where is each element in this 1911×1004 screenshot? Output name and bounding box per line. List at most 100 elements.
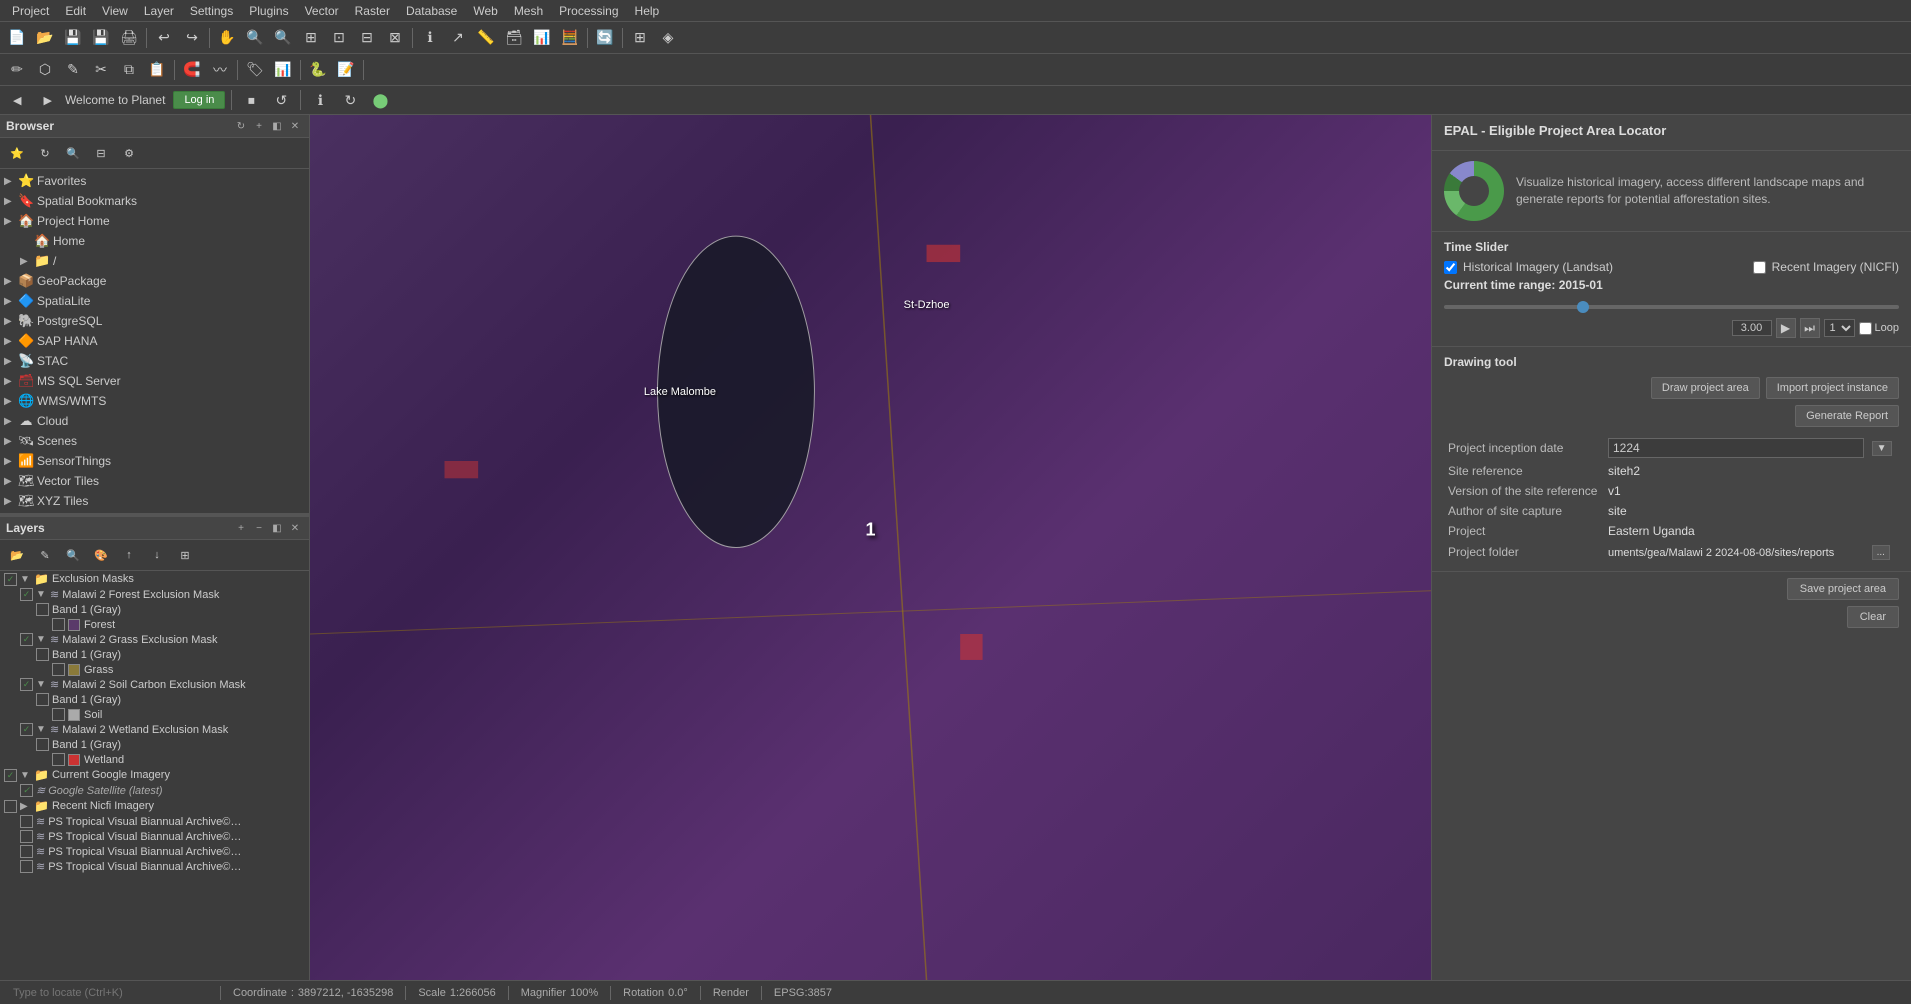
tree-cloud[interactable]: ▶ ☁ Cloud (0, 411, 309, 431)
zoom-native-btn[interactable]: ⊠ (382, 25, 408, 51)
label-btn[interactable]: 🏷 (242, 57, 268, 83)
tree-postgresql[interactable]: ▶ 🐘 PostgreSQL (0, 311, 309, 331)
loop-label[interactable]: Loop (1875, 322, 1899, 334)
split-view-btn[interactable]: ⊞ (627, 25, 653, 51)
layers-add-btn[interactable]: + (233, 520, 249, 536)
google-satellite-checkbox[interactable] (20, 784, 33, 797)
zoom-out-btn[interactable]: 🔍 (270, 25, 296, 51)
menu-vector[interactable]: Vector (297, 2, 347, 20)
layer-wetland-band[interactable]: Band 1 (Gray) (0, 737, 309, 752)
tree-xyz-tiles[interactable]: ▶ 🗺 XYZ Tiles (0, 491, 309, 511)
zoom-selection-btn[interactable]: ⊡ (326, 25, 352, 51)
tree-spatial-bookmarks[interactable]: ▶ 🔖 Spatial Bookmarks (0, 191, 309, 211)
3d-view-btn[interactable]: ◈ (655, 25, 681, 51)
layers-style-btn[interactable]: 🎨 (88, 542, 114, 568)
nicfi-4-checkbox[interactable] (20, 860, 33, 873)
browser-filter-btn[interactable]: 🔍 (60, 140, 86, 166)
wetland-checkbox[interactable] (52, 753, 65, 766)
tree-project-home[interactable]: ▶ 🏠 Project Home (0, 211, 309, 231)
browser-collapse2-btn[interactable]: ⊟ (88, 140, 114, 166)
layers-down-btn[interactable]: ↓ (144, 542, 170, 568)
menu-web[interactable]: Web (465, 2, 505, 20)
save-project-area-btn[interactable]: Save project area (1787, 578, 1899, 600)
time-slider-input[interactable] (1444, 305, 1899, 309)
layers-close-btn[interactable]: ✕ (287, 520, 303, 536)
tree-scenes[interactable]: ▶ 🛰 Scenes (0, 431, 309, 451)
refresh-btn[interactable]: 🔄 (592, 25, 618, 51)
recent-imagery-checkbox[interactable] (1753, 261, 1766, 274)
attribute-btn[interactable]: 🗃 (501, 25, 527, 51)
browser-add-fav-btn[interactable]: ⭐ (4, 140, 30, 166)
layers-remove-btn[interactable]: − (251, 520, 267, 536)
digitize-btn[interactable]: ✏ (4, 57, 30, 83)
generate-report-btn[interactable]: Generate Report (1795, 405, 1899, 427)
browser-close-btn[interactable]: ✕ (287, 118, 303, 134)
grass-mask-checkbox[interactable] (20, 633, 33, 646)
menu-database[interactable]: Database (398, 2, 465, 20)
save-btn[interactable]: 💾 (60, 25, 86, 51)
nav-forward-btn[interactable]: ▶ (34, 91, 60, 110)
historical-imagery-checkbox[interactable] (1444, 261, 1457, 274)
layer-wetland-mask[interactable]: ▼ ≋ Malawi 2 Wetland Exclusion Mask (0, 722, 309, 737)
slider-speed-select[interactable]: 123 (1824, 319, 1855, 337)
layers-up-btn[interactable]: ↑ (116, 542, 142, 568)
login-btn[interactable]: Log in (173, 91, 225, 109)
layer-nicfi-4[interactable]: ≋ PS Tropical Visual Biannual Archive©… (0, 859, 309, 874)
historical-imagery-label[interactable]: Historical Imagery (Landsat) (1463, 260, 1613, 274)
layers-group-btn[interactable]: ⊞ (172, 542, 198, 568)
browser-collapse-btn[interactable]: ◧ (269, 118, 285, 134)
forest-band-checkbox[interactable] (36, 603, 49, 616)
refresh2-btn[interactable]: ↻ (337, 87, 363, 113)
forest-checkbox[interactable] (52, 618, 65, 631)
menu-project[interactable]: Project (4, 2, 57, 20)
nav-back-btn[interactable]: ◀ (4, 91, 30, 110)
statistical-btn[interactable]: 📊 (529, 25, 555, 51)
layer-google-satellite[interactable]: ≋ Google Satellite (latest) (0, 783, 309, 798)
grass-band-checkbox[interactable] (36, 648, 49, 661)
menu-settings[interactable]: Settings (182, 2, 241, 20)
reload-btn[interactable]: ↺ (268, 87, 294, 113)
tree-favorites[interactable]: ▶ ⭐ Favorites (0, 171, 309, 191)
info-btn[interactable]: ℹ (307, 87, 333, 113)
stop-btn[interactable]: ⏹ (238, 87, 264, 113)
layer-exclusion-masks[interactable]: ▼ 📁 Exclusion Masks (0, 571, 309, 587)
browser-props-btn[interactable]: ⚙ (116, 140, 142, 166)
zoom-extent-btn[interactable]: ⊞ (298, 25, 324, 51)
tree-mssql[interactable]: ▶ 🗃 MS SQL Server (0, 371, 309, 391)
menu-processing[interactable]: Processing (551, 2, 626, 20)
browser-add-btn[interactable]: + (251, 118, 267, 134)
trace-btn[interactable]: 〰 (207, 57, 233, 83)
recent-nicfi-checkbox[interactable] (4, 800, 17, 813)
menu-view[interactable]: View (94, 2, 136, 20)
node-btn[interactable]: ⬡ (32, 57, 58, 83)
layers-open-btn[interactable]: 📂 (4, 542, 30, 568)
soil-band-checkbox[interactable] (36, 693, 49, 706)
layer-recent-nicfi[interactable]: ▶ 📁 Recent Nicfi Imagery (0, 798, 309, 814)
browser-refresh-btn[interactable]: ↻ (233, 118, 249, 134)
select-btn[interactable]: ↗ (445, 25, 471, 51)
layers-edit2-btn[interactable]: ✎ (32, 542, 58, 568)
draw-project-area-btn[interactable]: Draw project area (1651, 377, 1760, 399)
save-as-btn[interactable]: 💾 (88, 25, 114, 51)
layer-soil[interactable]: Soil (0, 707, 309, 722)
identify-btn[interactable]: ℹ (417, 25, 443, 51)
menu-mesh[interactable]: Mesh (506, 2, 551, 20)
nicfi-1-checkbox[interactable] (20, 815, 33, 828)
forest-mask-checkbox[interactable] (20, 588, 33, 601)
tree-sap-hana[interactable]: ▶ 🔶 SAP HANA (0, 331, 309, 351)
import-project-instance-btn[interactable]: Import project instance (1766, 377, 1899, 399)
calculator-btn[interactable]: 🧮 (557, 25, 583, 51)
layers-filter-btn[interactable]: 🔍 (60, 542, 86, 568)
layer-nicfi-3[interactable]: ≋ PS Tropical Visual Biannual Archive©… (0, 844, 309, 859)
clear-btn[interactable]: Clear (1847, 606, 1899, 628)
layer-wetland[interactable]: Wetland (0, 752, 309, 767)
edit-btn[interactable]: ✎ (60, 57, 86, 83)
cut-btn[interactable]: ✂ (88, 57, 114, 83)
grass-checkbox[interactable] (52, 663, 65, 676)
pan-btn[interactable]: ✋ (214, 25, 240, 51)
loop-checkbox[interactable] (1859, 322, 1872, 335)
recent-imagery-label[interactable]: Recent Imagery (NICFI) (1772, 260, 1899, 274)
log-btn[interactable]: 📝 (333, 57, 359, 83)
tree-vector-tiles[interactable]: ▶ 🗺 Vector Tiles (0, 471, 309, 491)
locate-input[interactable] (8, 985, 208, 1001)
